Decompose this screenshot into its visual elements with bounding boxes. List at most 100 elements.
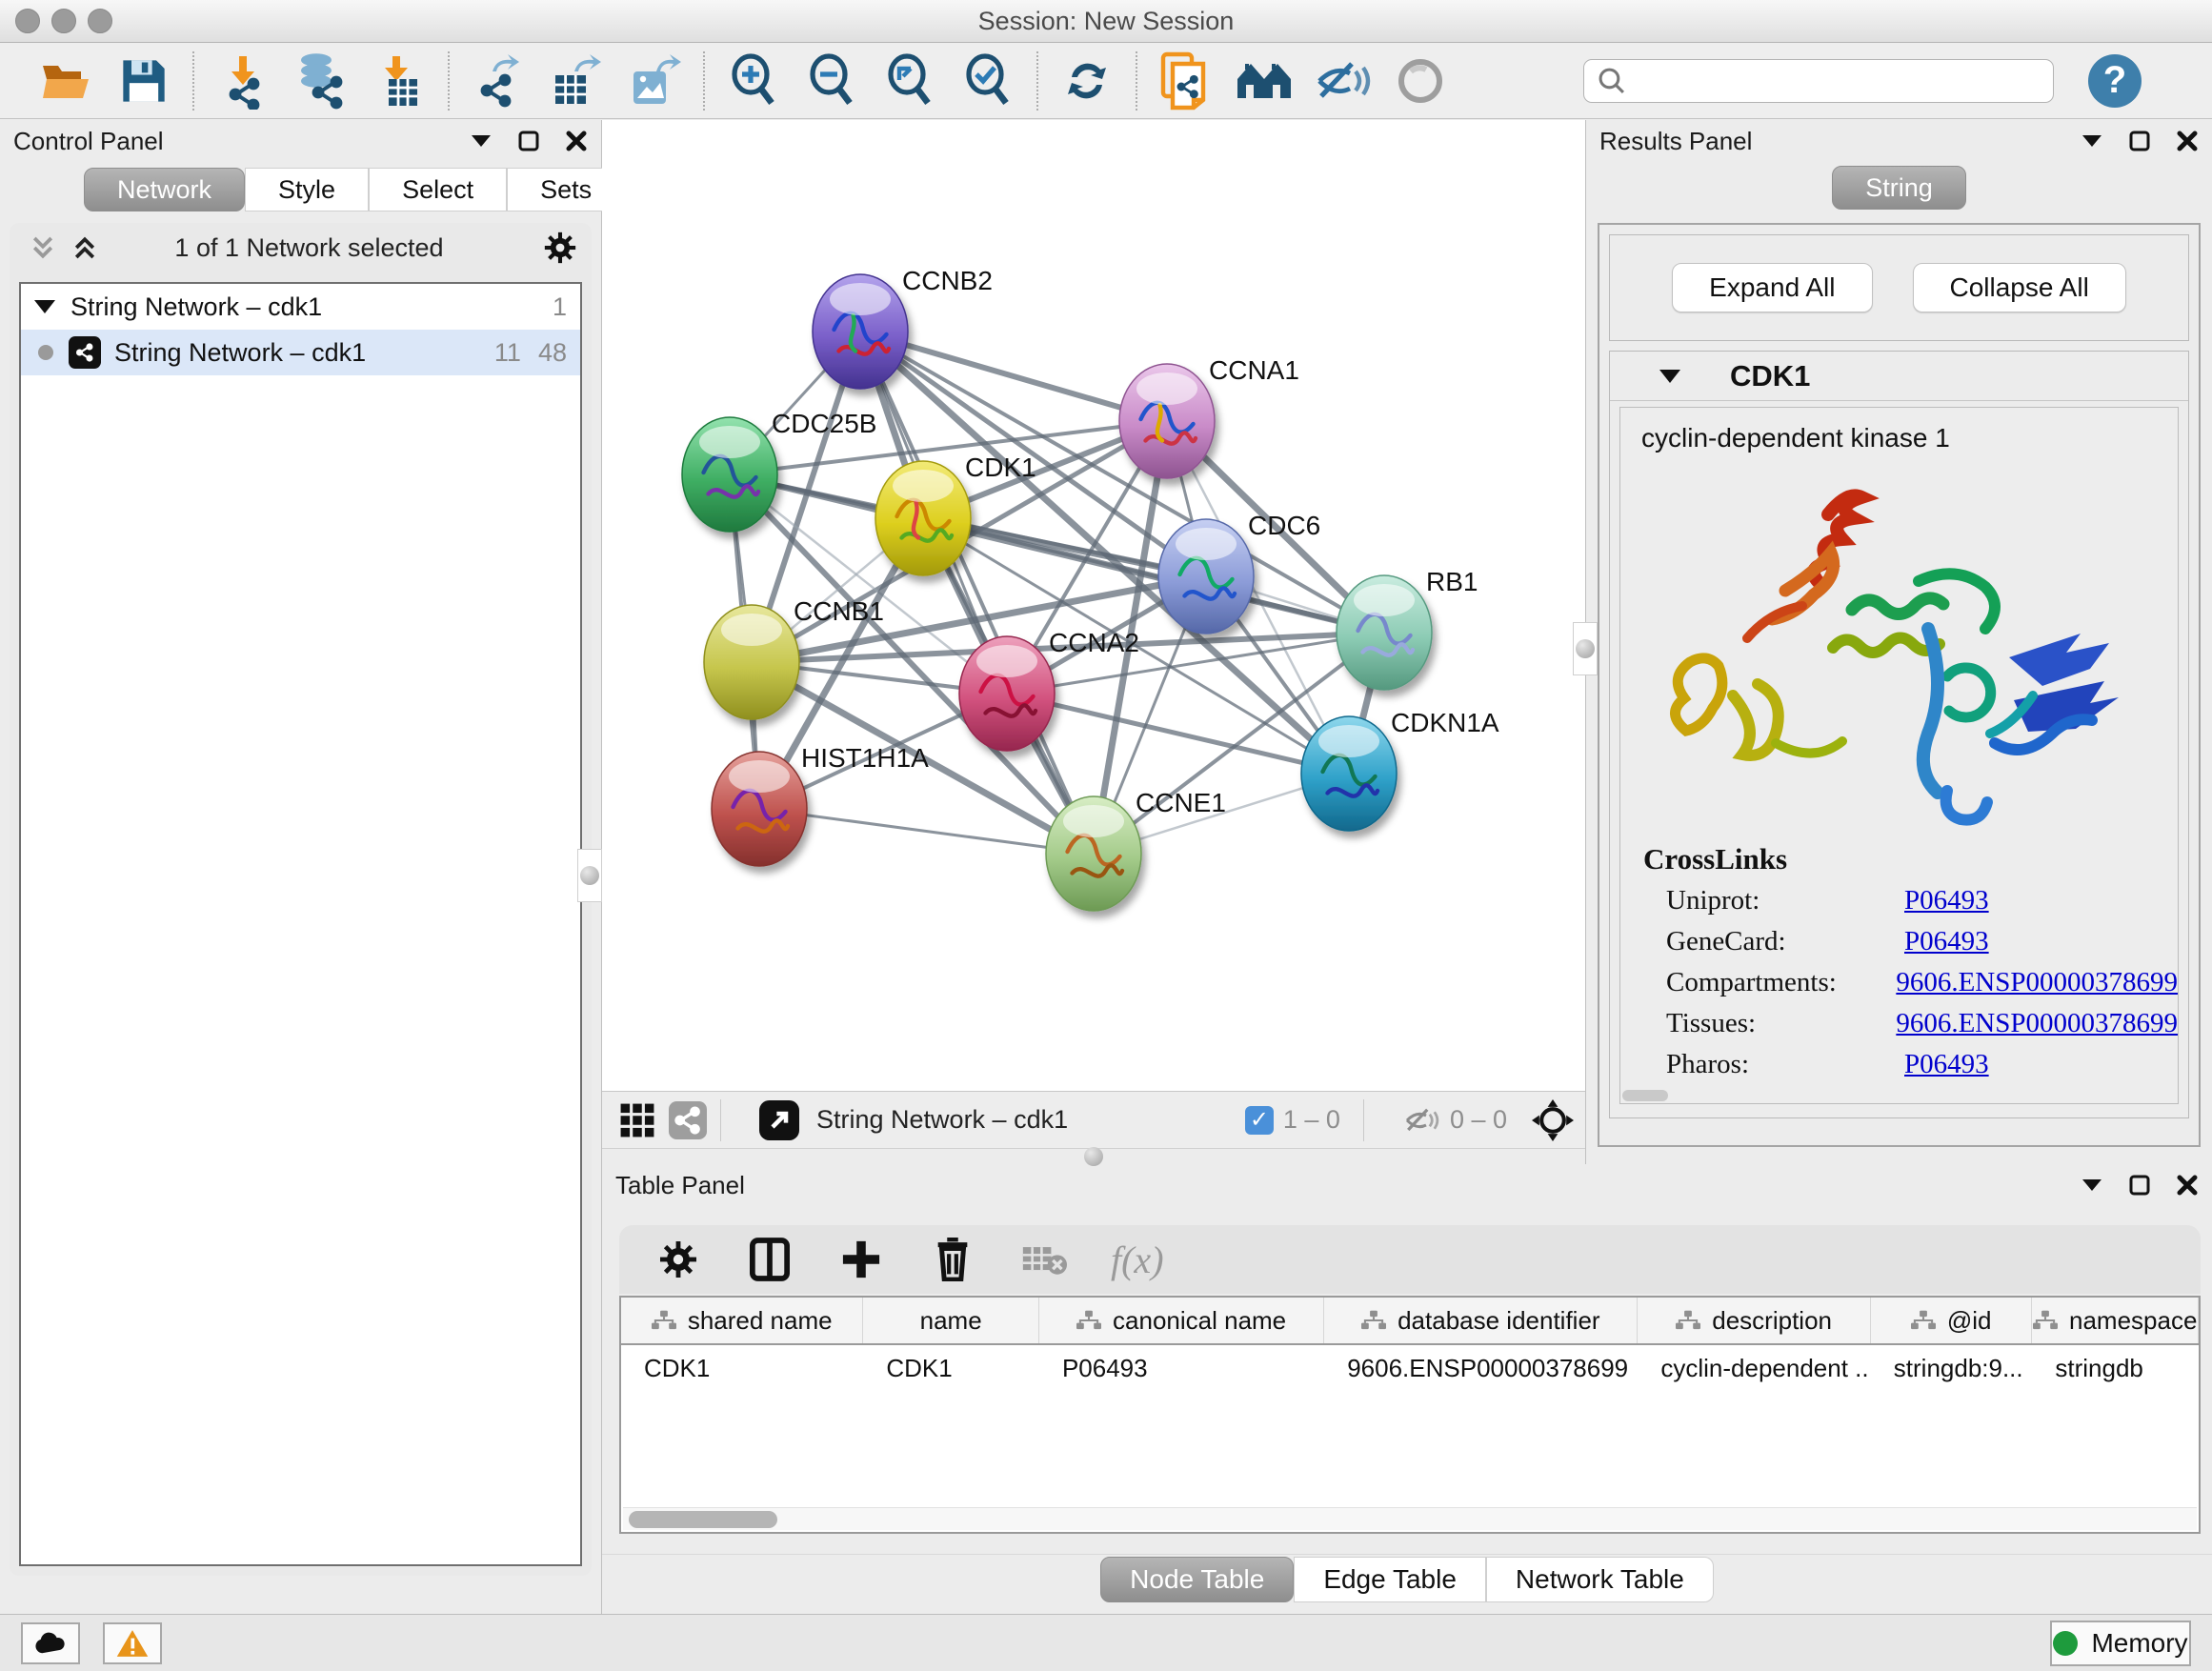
- results-scrollbar-thumb[interactable]: [1622, 1090, 1668, 1101]
- collapse-all-button[interactable]: Collapse All: [1913, 263, 2126, 312]
- table-cell[interactable]: 9606.ENSP00000378699: [1324, 1345, 1638, 1391]
- crosslink-link[interactable]: P06493: [1904, 885, 1989, 916]
- table-scrollbar-thumb[interactable]: [629, 1511, 777, 1528]
- table-cell[interactable]: CDK1: [863, 1345, 1039, 1391]
- search-box[interactable]: [1583, 59, 2054, 103]
- column-header-namespace[interactable]: namespace: [2032, 1298, 2199, 1343]
- table-panel: Table Panel f(x) shared namenamecanonica…: [602, 1164, 2212, 1614]
- undock-panel-icon[interactable]: [2128, 130, 2151, 152]
- table-cell[interactable]: stringdb:9...: [1871, 1345, 2033, 1391]
- zoom-selected-button[interactable]: [949, 50, 1027, 111]
- hide-glass-pane-button[interactable]: [1303, 50, 1381, 111]
- network-edge[interactable]: [759, 809, 1094, 854]
- network-node-cdk1[interactable]: CDK1: [875, 453, 1036, 575]
- expand-all-button[interactable]: Expand All: [1672, 263, 1872, 312]
- export-image-button[interactable]: [615, 50, 694, 111]
- tab-string[interactable]: String: [1832, 166, 1966, 210]
- open-in-window-icon[interactable]: [759, 1100, 799, 1140]
- network-node-cdc6[interactable]: CDC6: [1158, 511, 1320, 634]
- crosslink-link[interactable]: 9606.ENSP00000378699: [1896, 967, 2178, 998]
- birds-eye-view-icon[interactable]: [619, 1102, 655, 1138]
- table-cell[interactable]: cyclin-dependent ...: [1638, 1345, 1870, 1391]
- horizontal-splitter[interactable]: [602, 1148, 1585, 1164]
- network-options-gear-icon[interactable]: [544, 232, 576, 264]
- close-panel-icon[interactable]: [2176, 1174, 2199, 1197]
- tab-node-table[interactable]: Node Table: [1100, 1557, 1294, 1602]
- section-expander-icon[interactable]: [1659, 370, 1680, 383]
- show-columns-icon[interactable]: [745, 1235, 794, 1284]
- column-header-id[interactable]: @id: [1871, 1298, 2033, 1343]
- delete-column-trash-icon[interactable]: [928, 1235, 977, 1284]
- column-header-shared-name[interactable]: shared name: [621, 1298, 863, 1343]
- help-button[interactable]: ?: [2088, 54, 2142, 108]
- network-node-hist1h1a[interactable]: HIST1H1A: [712, 743, 929, 866]
- save-session-button[interactable]: [105, 50, 183, 111]
- fit-content-crosshair-icon[interactable]: [1532, 1099, 1574, 1141]
- zoom-in-button[interactable]: [714, 50, 793, 111]
- window-controls[interactable]: [15, 9, 112, 33]
- show-glass-pane-button[interactable]: [1381, 50, 1459, 111]
- column-header-canonical-name[interactable]: canonical name: [1039, 1298, 1324, 1343]
- search-input[interactable]: [1638, 62, 2041, 100]
- left-splitter-handle[interactable]: [577, 849, 602, 902]
- minimize-window-button[interactable]: [51, 9, 76, 33]
- hidden-eye-icon[interactable]: [1402, 1106, 1440, 1135]
- tab-select[interactable]: Select: [369, 168, 507, 211]
- zoom-fit-button[interactable]: [871, 50, 949, 111]
- column-type-tree-icon: [1076, 1310, 1101, 1331]
- refresh-button[interactable]: [1048, 50, 1126, 111]
- table-cell[interactable]: P06493: [1039, 1345, 1324, 1391]
- close-panel-icon[interactable]: [2176, 130, 2199, 152]
- import-network-database-button[interactable]: [282, 50, 360, 111]
- cloud-status-button[interactable]: [21, 1622, 80, 1664]
- close-panel-icon[interactable]: [565, 130, 588, 152]
- table-row[interactable]: CDK1CDK1P064939606.ENSP00000378699cyclin…: [621, 1345, 2199, 1391]
- warning-status-button[interactable]: [103, 1622, 162, 1664]
- right-splitter-handle[interactable]: [1573, 622, 1598, 675]
- tab-edge-table[interactable]: Edge Table: [1294, 1557, 1486, 1602]
- crosslink-link[interactable]: P06493: [1904, 926, 1989, 957]
- close-window-button[interactable]: [15, 9, 40, 33]
- memory-button[interactable]: Memory: [2050, 1621, 2191, 1666]
- open-session-button[interactable]: [27, 50, 105, 111]
- network-node-ccne1[interactable]: CCNE1: [1046, 788, 1226, 911]
- zoom-out-button[interactable]: [793, 50, 871, 111]
- table-horizontal-scrollbar[interactable]: [623, 1507, 2197, 1530]
- undock-panel-icon[interactable]: [2128, 1174, 2151, 1197]
- toolbar-separator: [1036, 51, 1038, 111]
- tab-style[interactable]: Style: [245, 168, 369, 211]
- zoom-window-button[interactable]: [88, 9, 112, 33]
- import-table-file-button[interactable]: [360, 50, 438, 111]
- table-settings-gear-icon[interactable]: [654, 1235, 703, 1284]
- network-node-cdkn1a[interactable]: CDKN1A: [1301, 708, 1499, 831]
- export-network-button[interactable]: [459, 50, 537, 111]
- network-collection-row[interactable]: String Network – cdk1 1: [21, 284, 580, 330]
- string-import-button[interactable]: [1147, 50, 1225, 111]
- table-cell[interactable]: stringdb: [2032, 1345, 2199, 1391]
- float-panel-icon[interactable]: [2081, 1178, 2103, 1193]
- string-home-button[interactable]: [1225, 50, 1303, 111]
- tab-network[interactable]: Network: [84, 168, 245, 211]
- import-network-file-button[interactable]: [204, 50, 282, 111]
- network-row[interactable]: String Network – cdk1 11 48: [21, 330, 580, 375]
- selected-nodes-checkbox[interactable]: ✓: [1245, 1106, 1274, 1135]
- tab-network-table[interactable]: Network Table: [1486, 1557, 1714, 1602]
- crosslink-link[interactable]: 9606.ENSP00000378699: [1896, 1008, 2178, 1039]
- float-panel-icon[interactable]: [2081, 133, 2103, 149]
- node-section-header[interactable]: CDK1: [1610, 352, 2188, 401]
- column-header-description[interactable]: description: [1638, 1298, 1870, 1343]
- float-panel-icon[interactable]: [470, 133, 493, 149]
- expand-all-networks-icon[interactable]: [70, 233, 99, 262]
- network-node-rb1[interactable]: RB1: [1337, 567, 1478, 690]
- create-column-plus-icon[interactable]: [836, 1235, 886, 1284]
- column-header-database-identifier[interactable]: database identifier: [1324, 1298, 1638, 1343]
- crosslink-link[interactable]: P06493: [1904, 1049, 1989, 1080]
- collection-expander-icon[interactable]: [34, 300, 55, 313]
- column-header-name[interactable]: name: [863, 1298, 1039, 1343]
- table-cell[interactable]: CDK1: [621, 1345, 863, 1391]
- network-edge[interactable]: [860, 332, 1094, 854]
- network-canvas[interactable]: CCNB2CCNA1CDC25BCDK1CDC6RB1CCNB1CCNA2CDK…: [602, 120, 1584, 1091]
- export-table-button[interactable]: [537, 50, 615, 111]
- undock-panel-icon[interactable]: [517, 130, 540, 152]
- collapse-all-networks-icon[interactable]: [29, 233, 57, 262]
